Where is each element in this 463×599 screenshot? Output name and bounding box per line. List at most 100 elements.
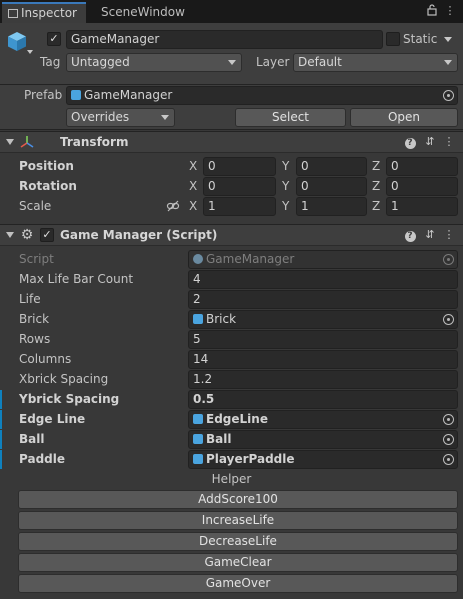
object-picker-icon[interactable] [443,434,454,445]
object-picker-icon[interactable] [443,414,454,425]
help-icon[interactable]: ? [402,134,418,150]
foldout-arrow-icon[interactable] [6,232,14,238]
rotation-y-field[interactable]: 0 [296,177,367,196]
life-label: Life [19,292,41,306]
prefab-icon [193,454,203,464]
script-field: GameManager [188,250,458,269]
ball-label: Ball [19,432,45,446]
edge-line-field[interactable]: EdgeLine [188,410,458,429]
axis-y-label[interactable]: Y [282,157,289,176]
axis-z-label[interactable]: Z [372,197,380,216]
helper-heading: Helper [211,472,252,486]
position-y-field[interactable]: 0 [296,157,367,176]
prefab-field[interactable]: GameManager [66,86,458,105]
prefab-icon [193,434,203,444]
brick-label: Brick [19,312,50,326]
axis-x-label[interactable]: X [189,157,197,176]
axis-z-label[interactable]: Z [372,157,380,176]
columns-label: Columns [19,352,72,366]
menu-icon[interactable]: ⋮ [443,4,457,18]
static-label: Static [403,32,438,46]
overrides-dropdown[interactable]: Overrides [66,108,175,127]
prefab-icon [193,314,203,324]
cube-icon [6,30,28,52]
paddle-label: Paddle [19,452,66,466]
transform-icon [19,134,35,150]
select-button[interactable]: Select [235,108,346,127]
tag-dropdown[interactable]: Untagged [66,53,242,72]
max-life-bar-count-field[interactable]: 4 [188,270,458,289]
edge-line-label: Edge Line [19,412,86,426]
chevron-down-icon [161,115,169,120]
add-score-100-button[interactable]: AddScore100 [18,490,458,509]
brick-field[interactable]: Brick [188,310,458,329]
ybrick-spacing-label: Ybrick Spacing [19,392,120,406]
scale-y-field[interactable]: 1 [296,197,367,216]
object-name-field[interactable]: GameManager [66,30,383,49]
axis-x-label[interactable]: X [189,197,197,216]
transform-title: Transform [60,135,129,149]
object-picker-icon[interactable] [443,314,454,325]
script-icon [193,254,203,264]
link-icon[interactable] [166,199,180,213]
object-picker-icon [443,254,454,265]
script-component-title: Game Manager (Script) [60,228,218,242]
axis-y-label[interactable]: Y [282,197,289,216]
tab-bar: Inspector SceneWindow ⋮ [0,0,463,23]
xbrick-spacing-label: Xbrick Spacing [19,372,109,386]
increase-life-button[interactable]: IncreaseLife [18,511,458,530]
object-picker-icon[interactable] [443,454,454,465]
script-field-label: Script [19,252,54,266]
prefab-icon [71,90,81,100]
scale-x-field[interactable]: 1 [203,197,276,216]
axis-x-label[interactable]: X [189,177,197,196]
tab-inspector[interactable]: Inspector [2,2,86,23]
axis-y-label[interactable]: Y [282,177,289,196]
lock-icon[interactable] [425,4,439,18]
scale-z-field[interactable]: 1 [386,197,458,216]
preset-icon[interactable]: ⇵ [422,227,438,243]
rows-label: Rows [19,332,51,346]
tag-label: Tag [40,55,61,69]
preset-icon[interactable]: ⇵ [422,134,438,150]
position-x-field[interactable]: 0 [203,157,276,176]
static-dropdown-caret[interactable] [444,37,452,42]
help-icon[interactable]: ? [402,227,418,243]
static-toggle[interactable] [386,32,400,46]
layer-label: Layer [256,55,290,69]
foldout-arrow-icon[interactable] [6,139,14,145]
rotation-z-field[interactable]: 0 [386,177,458,196]
gear-icon: ⚙ [20,227,34,243]
rotation-label: Rotation [19,179,77,193]
kebab-icon[interactable]: ⋮ [441,134,457,150]
chevron-down-icon [444,60,452,65]
kebab-icon[interactable]: ⋮ [441,227,457,243]
layer-dropdown[interactable]: Default [293,53,458,72]
ybrick-spacing-field[interactable]: 0.5 [188,390,458,409]
game-clear-button[interactable]: GameClear [18,553,458,572]
paddle-field[interactable]: PlayerPaddle [188,450,458,469]
rotation-x-field[interactable]: 0 [203,177,276,196]
chevron-down-icon [228,60,236,65]
override-indicator [0,450,2,469]
axis-z-label[interactable]: Z [372,177,380,196]
object-picker-icon[interactable] [443,90,454,101]
override-indicator [0,410,2,429]
position-z-field[interactable]: 0 [386,157,458,176]
columns-field[interactable]: 14 [188,350,458,369]
ball-field[interactable]: Ball [188,430,458,449]
max-life-bar-count-label: Max Life Bar Count [19,272,134,286]
script-enabled-toggle[interactable]: ✓ [40,228,54,242]
life-field[interactable]: 2 [188,290,458,309]
icon-dropdown-caret[interactable] [27,50,33,54]
override-indicator [0,390,2,409]
inspector-tab-icon [8,9,18,18]
xbrick-spacing-field[interactable]: 1.2 [188,370,458,389]
game-over-button[interactable]: GameOver [18,574,458,593]
prefab-label: Prefab [24,88,63,102]
open-button[interactable]: Open [350,108,458,127]
rows-field[interactable]: 5 [188,330,458,349]
active-toggle[interactable]: ✓ [47,32,61,46]
tab-scenewindow[interactable]: SceneWindow [95,2,185,23]
decrease-life-button[interactable]: DecreaseLife [18,532,458,551]
